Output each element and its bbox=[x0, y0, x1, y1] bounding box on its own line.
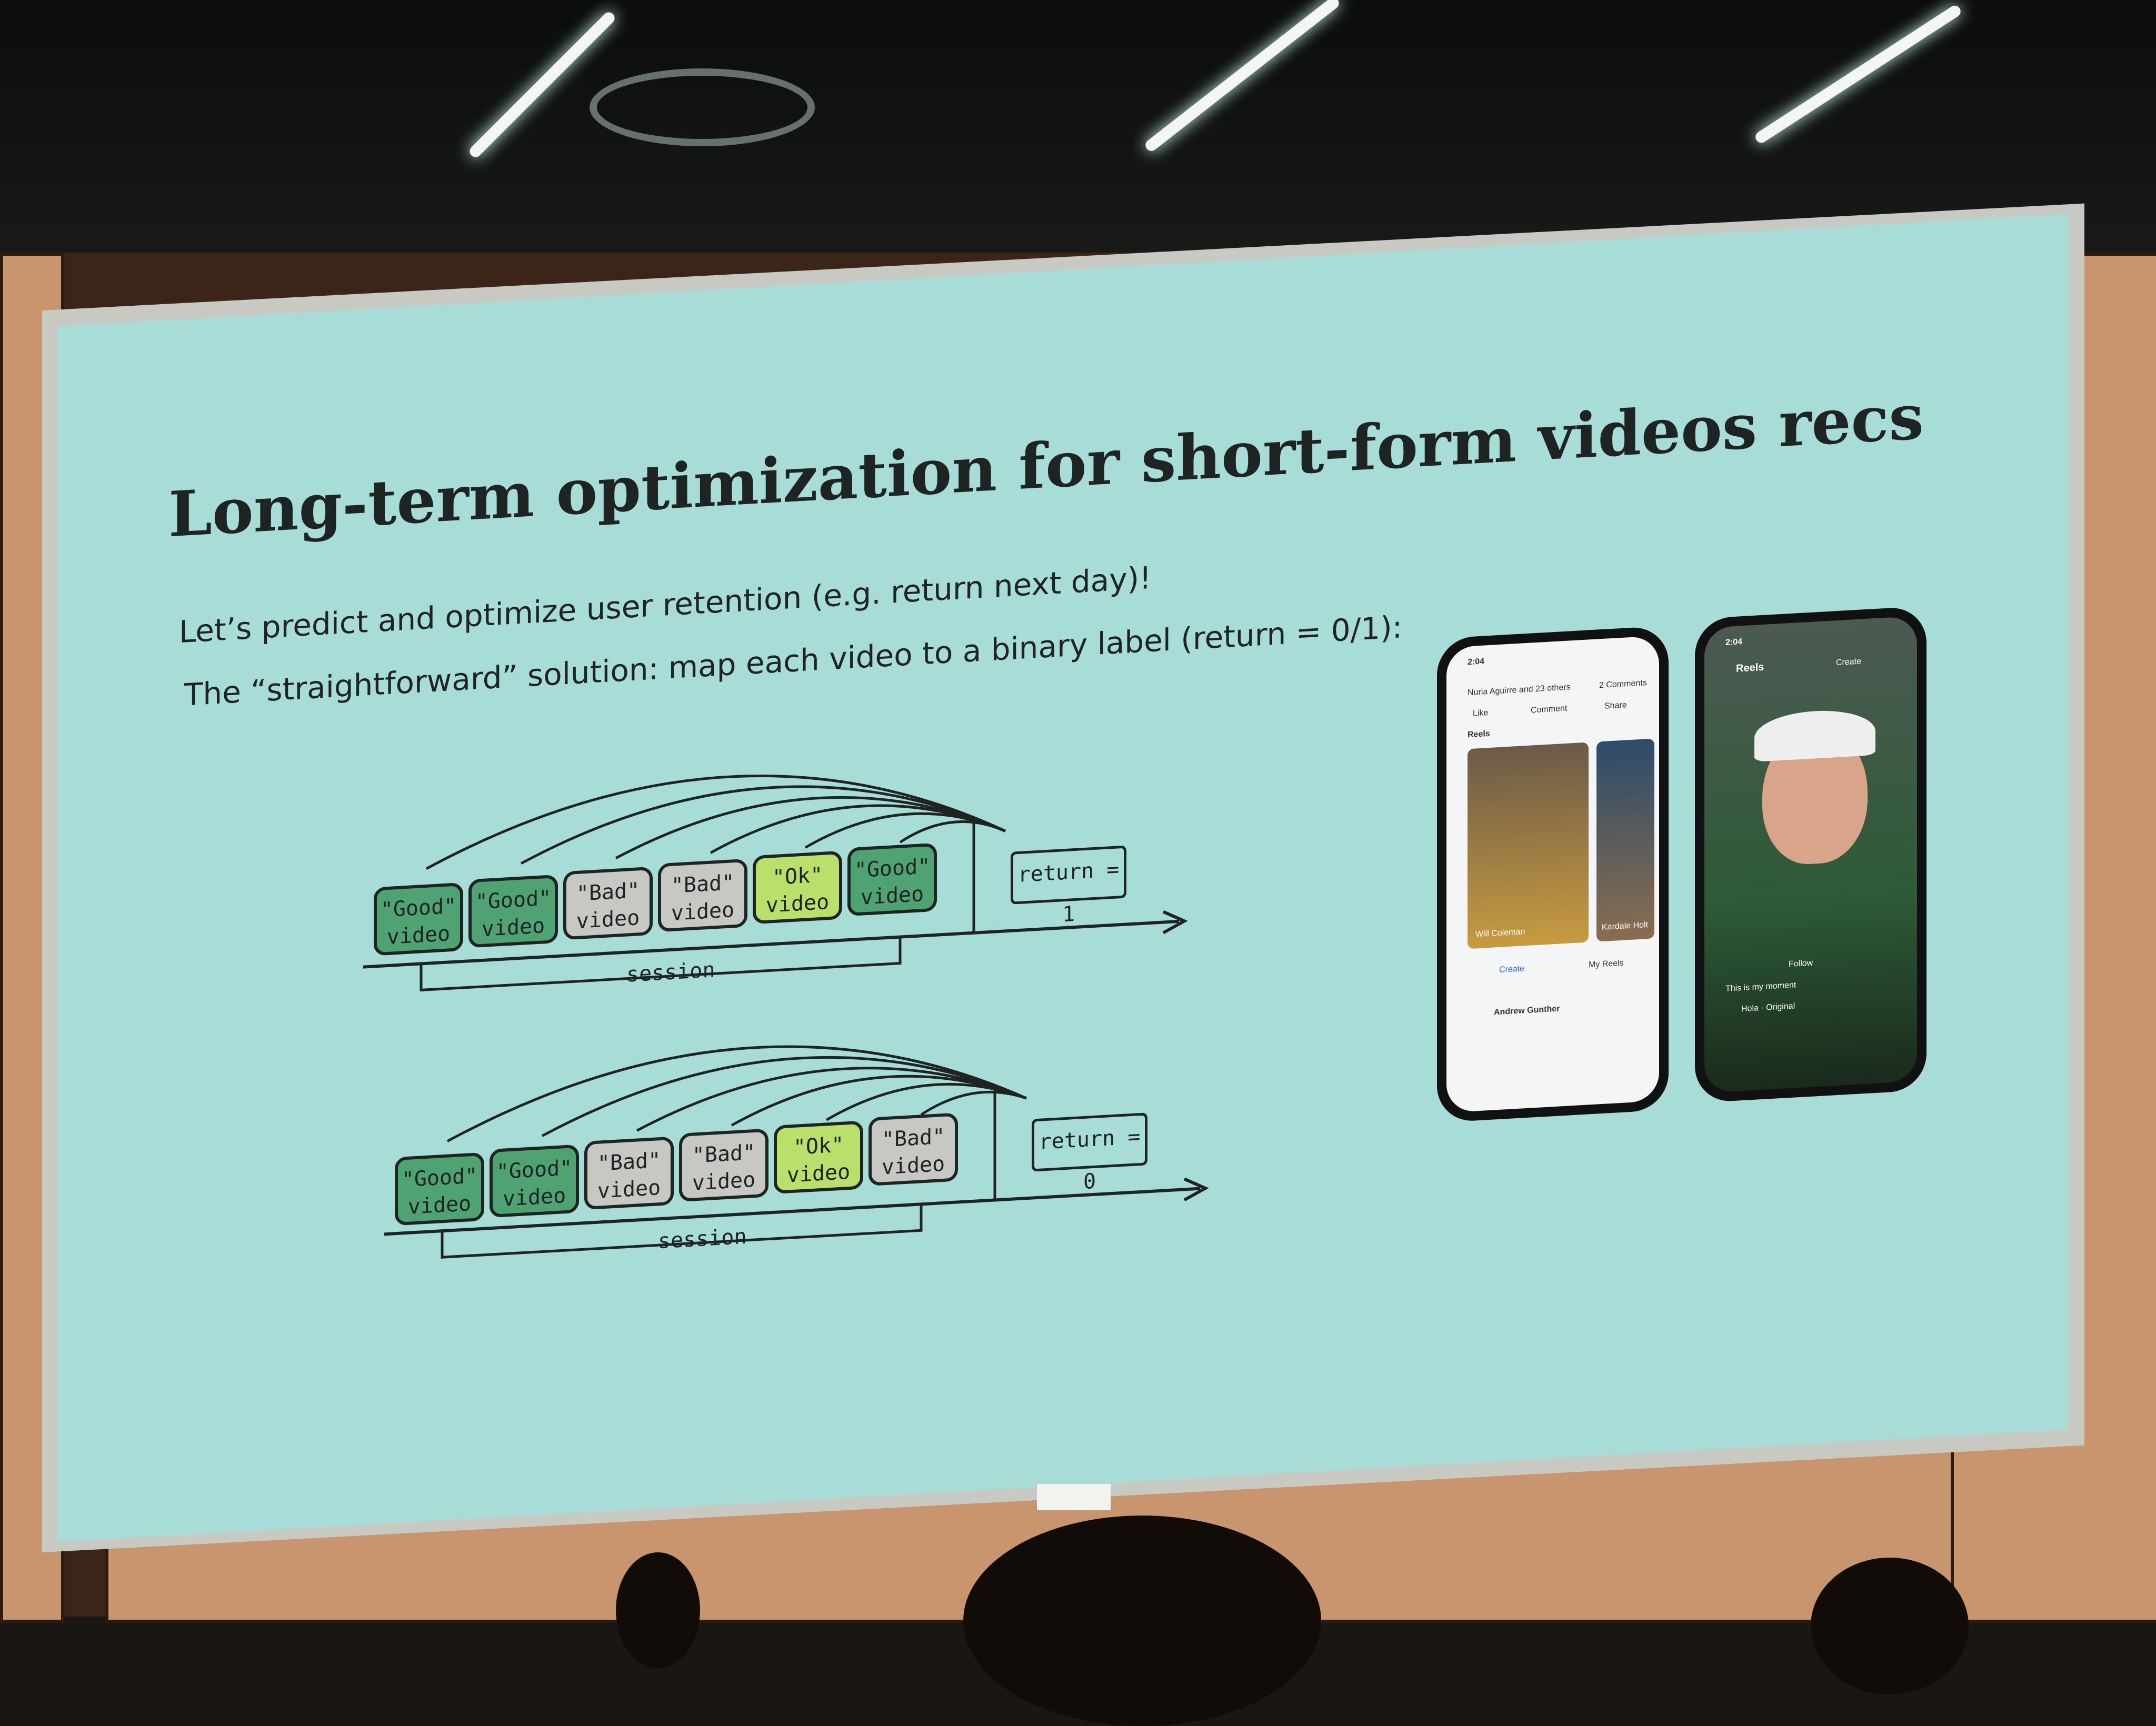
phone-screen: 2:04 Nuria Aguirre and 23 others 2 Comme… bbox=[1446, 635, 1659, 1113]
share-button[interactable]: Share bbox=[1604, 700, 1627, 711]
lecture-room: Long-term optimization for short-form vi… bbox=[0, 0, 2156, 1726]
comments-count: 2 Comments bbox=[1599, 678, 1647, 690]
reel-audio: Hola · Original bbox=[1741, 1001, 1795, 1014]
like-button[interactable]: Like bbox=[1473, 708, 1488, 719]
phone-mockup-reels: 2:04 Reels Create Follow This is my mome… bbox=[1695, 606, 1927, 1103]
reels-section: Reels bbox=[1468, 729, 1490, 740]
reel-caption: This is my moment bbox=[1725, 980, 1796, 994]
audience-head bbox=[963, 1516, 1321, 1726]
reactions-text: Nuria Aguirre and 23 others bbox=[1468, 683, 1571, 698]
video-box: "Ok" video bbox=[753, 850, 842, 925]
follow-button[interactable]: Follow bbox=[1789, 959, 1813, 970]
return-label: return = 0 bbox=[1032, 1112, 1147, 1194]
comment-button[interactable]: Comment bbox=[1531, 704, 1567, 716]
reel-thumb bbox=[1468, 742, 1589, 949]
ceiling-speaker bbox=[590, 68, 815, 146]
reel-thumb bbox=[1596, 738, 1654, 942]
ceiling-light bbox=[467, 9, 617, 160]
slide: Long-term optimization for short-form vi… bbox=[58, 214, 2069, 1542]
return-label: return = 1 bbox=[1011, 845, 1126, 927]
video-box: "Good" video bbox=[847, 842, 937, 917]
video-box: "Bad" video bbox=[869, 1112, 958, 1186]
video-box: "Good" video bbox=[468, 874, 558, 948]
session-label: session bbox=[626, 958, 715, 987]
video-box: "Good" video bbox=[374, 882, 463, 956]
diagram-return-0: "Good" video "Good" video "Bad" video "Bad"… bbox=[384, 958, 1279, 1271]
video-box: "Good" video bbox=[490, 1144, 579, 1218]
video-box: "Bad" video bbox=[679, 1128, 768, 1202]
video-box: "Bad" video bbox=[584, 1136, 674, 1210]
audience-head bbox=[1811, 1558, 1969, 1694]
exit-sign bbox=[1037, 1484, 1111, 1510]
diagram-return-1: "Good" video "Good" video "Bad" video "Bad"… bbox=[363, 696, 1258, 999]
status-time: 2:04 bbox=[1468, 657, 1485, 667]
create-button[interactable]: Create bbox=[1499, 964, 1524, 975]
phone-screen: 2:04 Reels Create Follow This is my mome… bbox=[1704, 616, 1917, 1093]
video-box: "Ok" video bbox=[774, 1120, 863, 1194]
post-author: Andrew Gunther bbox=[1494, 1004, 1560, 1017]
status-time: 2:04 bbox=[1725, 637, 1743, 647]
video-box: "Bad" video bbox=[658, 858, 747, 932]
my-reels-button[interactable]: My Reels bbox=[1589, 959, 1624, 970]
ceiling-light bbox=[1143, 0, 1342, 154]
audience-head bbox=[616, 1552, 700, 1668]
slide-title: Long-term optimization for short-form vi… bbox=[168, 379, 1924, 551]
phone-mockup-feed: 2:04 Nuria Aguirre and 23 others 2 Comme… bbox=[1437, 625, 1669, 1123]
ceiling-light bbox=[1753, 3, 1963, 145]
ceiling bbox=[0, 0, 2156, 253]
create-button[interactable]: Create bbox=[1836, 657, 1861, 668]
video-box: "Bad" video bbox=[563, 866, 653, 940]
reels-header: Reels bbox=[1736, 661, 1764, 675]
creator-hair bbox=[1754, 707, 1875, 762]
session-label: session bbox=[658, 1224, 747, 1254]
video-box: "Good" video bbox=[395, 1152, 484, 1226]
